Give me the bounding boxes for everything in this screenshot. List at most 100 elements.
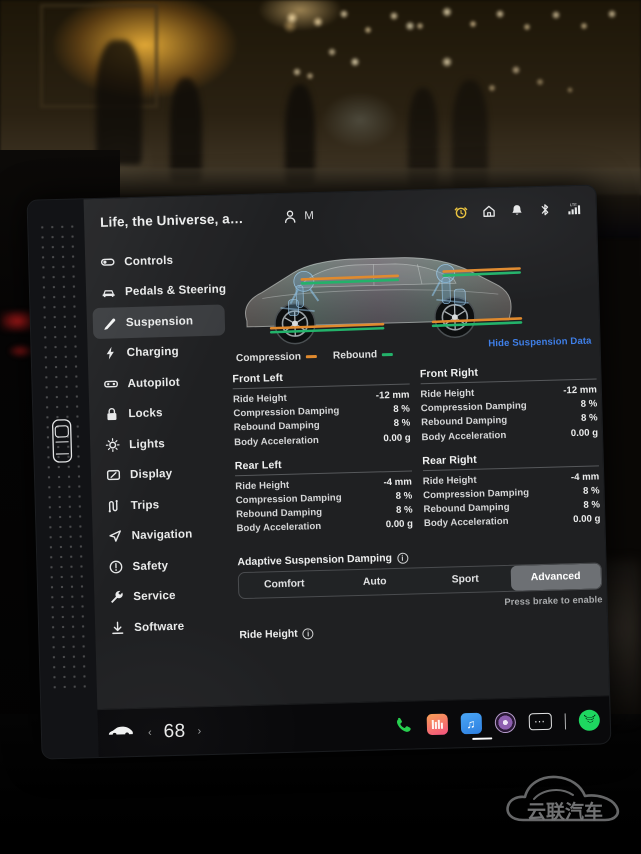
lte-signal-icon[interactable]: LTE	[566, 202, 582, 216]
row-value: 0.00 g	[573, 513, 601, 526]
row-key: Ride Height	[232, 392, 288, 406]
lock-icon	[104, 407, 119, 422]
home-icon[interactable]	[482, 204, 496, 218]
row-key: Body Acceleration	[234, 434, 320, 448]
sidebar-item-software[interactable]: Software	[101, 609, 234, 643]
sidebar-item-label: Display	[129, 467, 173, 482]
alarm-clock-icon[interactable]	[454, 205, 468, 219]
dock-divider	[564, 712, 567, 729]
temperature-control[interactable]: ‹ 68 ›	[148, 720, 202, 743]
settings-sidebar: Controls Pedals & Steering Suspension Ch…	[85, 241, 239, 757]
lightning-bolt-icon	[103, 346, 118, 361]
row-key: Ride Height	[422, 474, 477, 488]
tesla-ui-surface: Life, the Universe, a… M LTE Controls Pe…	[83, 185, 611, 758]
more-apps-icon[interactable]: ⋯	[528, 712, 552, 731]
sidebar-item-label: Lights	[129, 436, 166, 451]
temperature-value: 68	[163, 720, 186, 742]
sidebar-item-autopilot[interactable]: Autopilot	[94, 365, 227, 399]
info-icon[interactable]: i	[396, 552, 409, 564]
account-letter[interactable]: M	[304, 210, 314, 222]
sidebar-item-label: Pedals & Steering	[124, 282, 227, 299]
row-value: 0.00 g	[383, 432, 411, 444]
compression-color-swatch	[305, 354, 318, 359]
row-value: 8 %	[395, 490, 413, 502]
sidebar-item-service[interactable]: Service	[100, 579, 233, 613]
active-app-indicator	[472, 737, 493, 740]
row-key: Compression Damping	[423, 487, 530, 502]
row-value: 8 %	[580, 412, 598, 425]
row-value: 8 %	[393, 403, 410, 416]
row-value: 0.00 g	[570, 427, 599, 439]
row-key: Ride Height	[235, 479, 290, 493]
adaptive-damping-label: Adaptive Suspension Damping	[237, 552, 393, 569]
row-value: 8 %	[580, 398, 598, 411]
sidebar-item-label: Trips	[130, 498, 160, 512]
row-value: 0.00 g	[385, 518, 414, 531]
sidebar-item-controls[interactable]: Controls	[91, 244, 224, 278]
phone-app-icon[interactable]	[392, 715, 414, 737]
sidebar-item-label: Autopilot	[127, 375, 180, 390]
sidebar-item-label: Controls	[124, 253, 174, 268]
profile-title[interactable]: Life, the Universe, a…	[100, 210, 244, 229]
corner-card-front-left: Front Left Ride Height -12 mm Compressio…	[232, 369, 411, 451]
row-key: Body Acceleration	[423, 516, 509, 530]
person-icon[interactable]	[283, 209, 297, 224]
ride-height-section-header: Ride Height i	[239, 627, 314, 641]
sidebar-item-charging[interactable]: Charging	[93, 335, 226, 369]
legend-rebound-label: Rebound	[332, 349, 378, 362]
music-app-icon[interactable]	[426, 713, 448, 736]
media-player-icon[interactable]	[494, 711, 516, 734]
adaptive-damping-segmented-control[interactable]: Comfort Auto Sport Advanced	[237, 562, 603, 600]
corner-readouts-grid: Front Left Ride Height -12 mm Compressio…	[232, 363, 600, 536]
sidebar-item-label: Service	[133, 589, 176, 604]
segment-auto[interactable]: Auto	[329, 568, 420, 595]
adaptive-damping-section: Adaptive Suspension Damping i Comfort Au…	[237, 546, 602, 614]
row-value: 8 %	[582, 485, 600, 497]
legend-compression: Compression	[235, 351, 318, 365]
display-icon	[106, 468, 121, 483]
row-key: Compression Damping	[233, 405, 340, 420]
segment-sport[interactable]: Sport	[420, 566, 511, 593]
bluetooth-icon[interactable]	[538, 203, 552, 217]
sidebar-item-label: Locks	[128, 406, 163, 421]
sidebar-item-locks[interactable]: Locks	[95, 396, 228, 430]
row-value: -12 mm	[375, 389, 410, 402]
hide-suspension-data-link[interactable]: Hide Suspension Data	[488, 336, 592, 350]
row-value: -12 mm	[563, 384, 598, 397]
bell-icon[interactable]	[510, 203, 524, 217]
segment-comfort[interactable]: Comfort	[239, 571, 330, 598]
toggle-switch-icon	[100, 254, 115, 269]
sidebar-item-lights[interactable]: Lights	[96, 426, 229, 460]
car-side-icon[interactable]	[108, 724, 134, 743]
sidebar-item-pedals-steering[interactable]: Pedals & Steering	[92, 274, 227, 308]
sidebar-item-safety[interactable]: Safety	[99, 548, 232, 582]
sidebar-item-suspension[interactable]: Suspension	[92, 304, 226, 339]
car-top-view-icon	[48, 418, 75, 465]
temp-decrease-button[interactable]: ‹	[148, 726, 152, 738]
sun-lights-icon	[105, 437, 120, 452]
media-player-wrapper[interactable]	[494, 711, 516, 734]
sidebar-item-navigation[interactable]: Navigation	[98, 518, 231, 552]
segment-advanced[interactable]: Advanced	[510, 563, 602, 591]
sidebar-item-label: Charging	[126, 345, 179, 360]
row-value: -4 mm	[383, 476, 412, 489]
navigation-arrow-icon	[107, 529, 122, 544]
corner-card-rear-right: Rear Right Ride Height -4 mm Compression…	[422, 450, 601, 532]
spotify-app-icon[interactable]	[578, 709, 601, 732]
media-note-app-icon[interactable]: ♫	[460, 712, 482, 735]
sidebar-item-display[interactable]: Display	[97, 457, 230, 491]
sidebar-item-label: Suspension	[125, 314, 194, 329]
corner-card-front-right: Front Right Ride Height -12 mm Compressi…	[420, 363, 599, 445]
row-value: -4 mm	[570, 471, 600, 483]
row-key: Body Acceleration	[421, 429, 507, 443]
sidebar-item-trips[interactable]: Trips	[97, 487, 230, 521]
center-touchscreen[interactable]: Life, the Universe, a… M LTE Controls Pe…	[26, 184, 612, 760]
suspension-panel: Compression Rebound Hide Suspension Data…	[225, 231, 611, 753]
row-key: Compression Damping	[420, 400, 527, 415]
person-silhouette	[170, 78, 202, 182]
legend-compression-label: Compression	[235, 351, 302, 365]
info-icon[interactable]: i	[302, 627, 314, 639]
sidebar-item-label: Software	[133, 619, 185, 634]
wrench-icon	[109, 590, 124, 605]
temp-increase-button[interactable]: ›	[197, 725, 201, 737]
